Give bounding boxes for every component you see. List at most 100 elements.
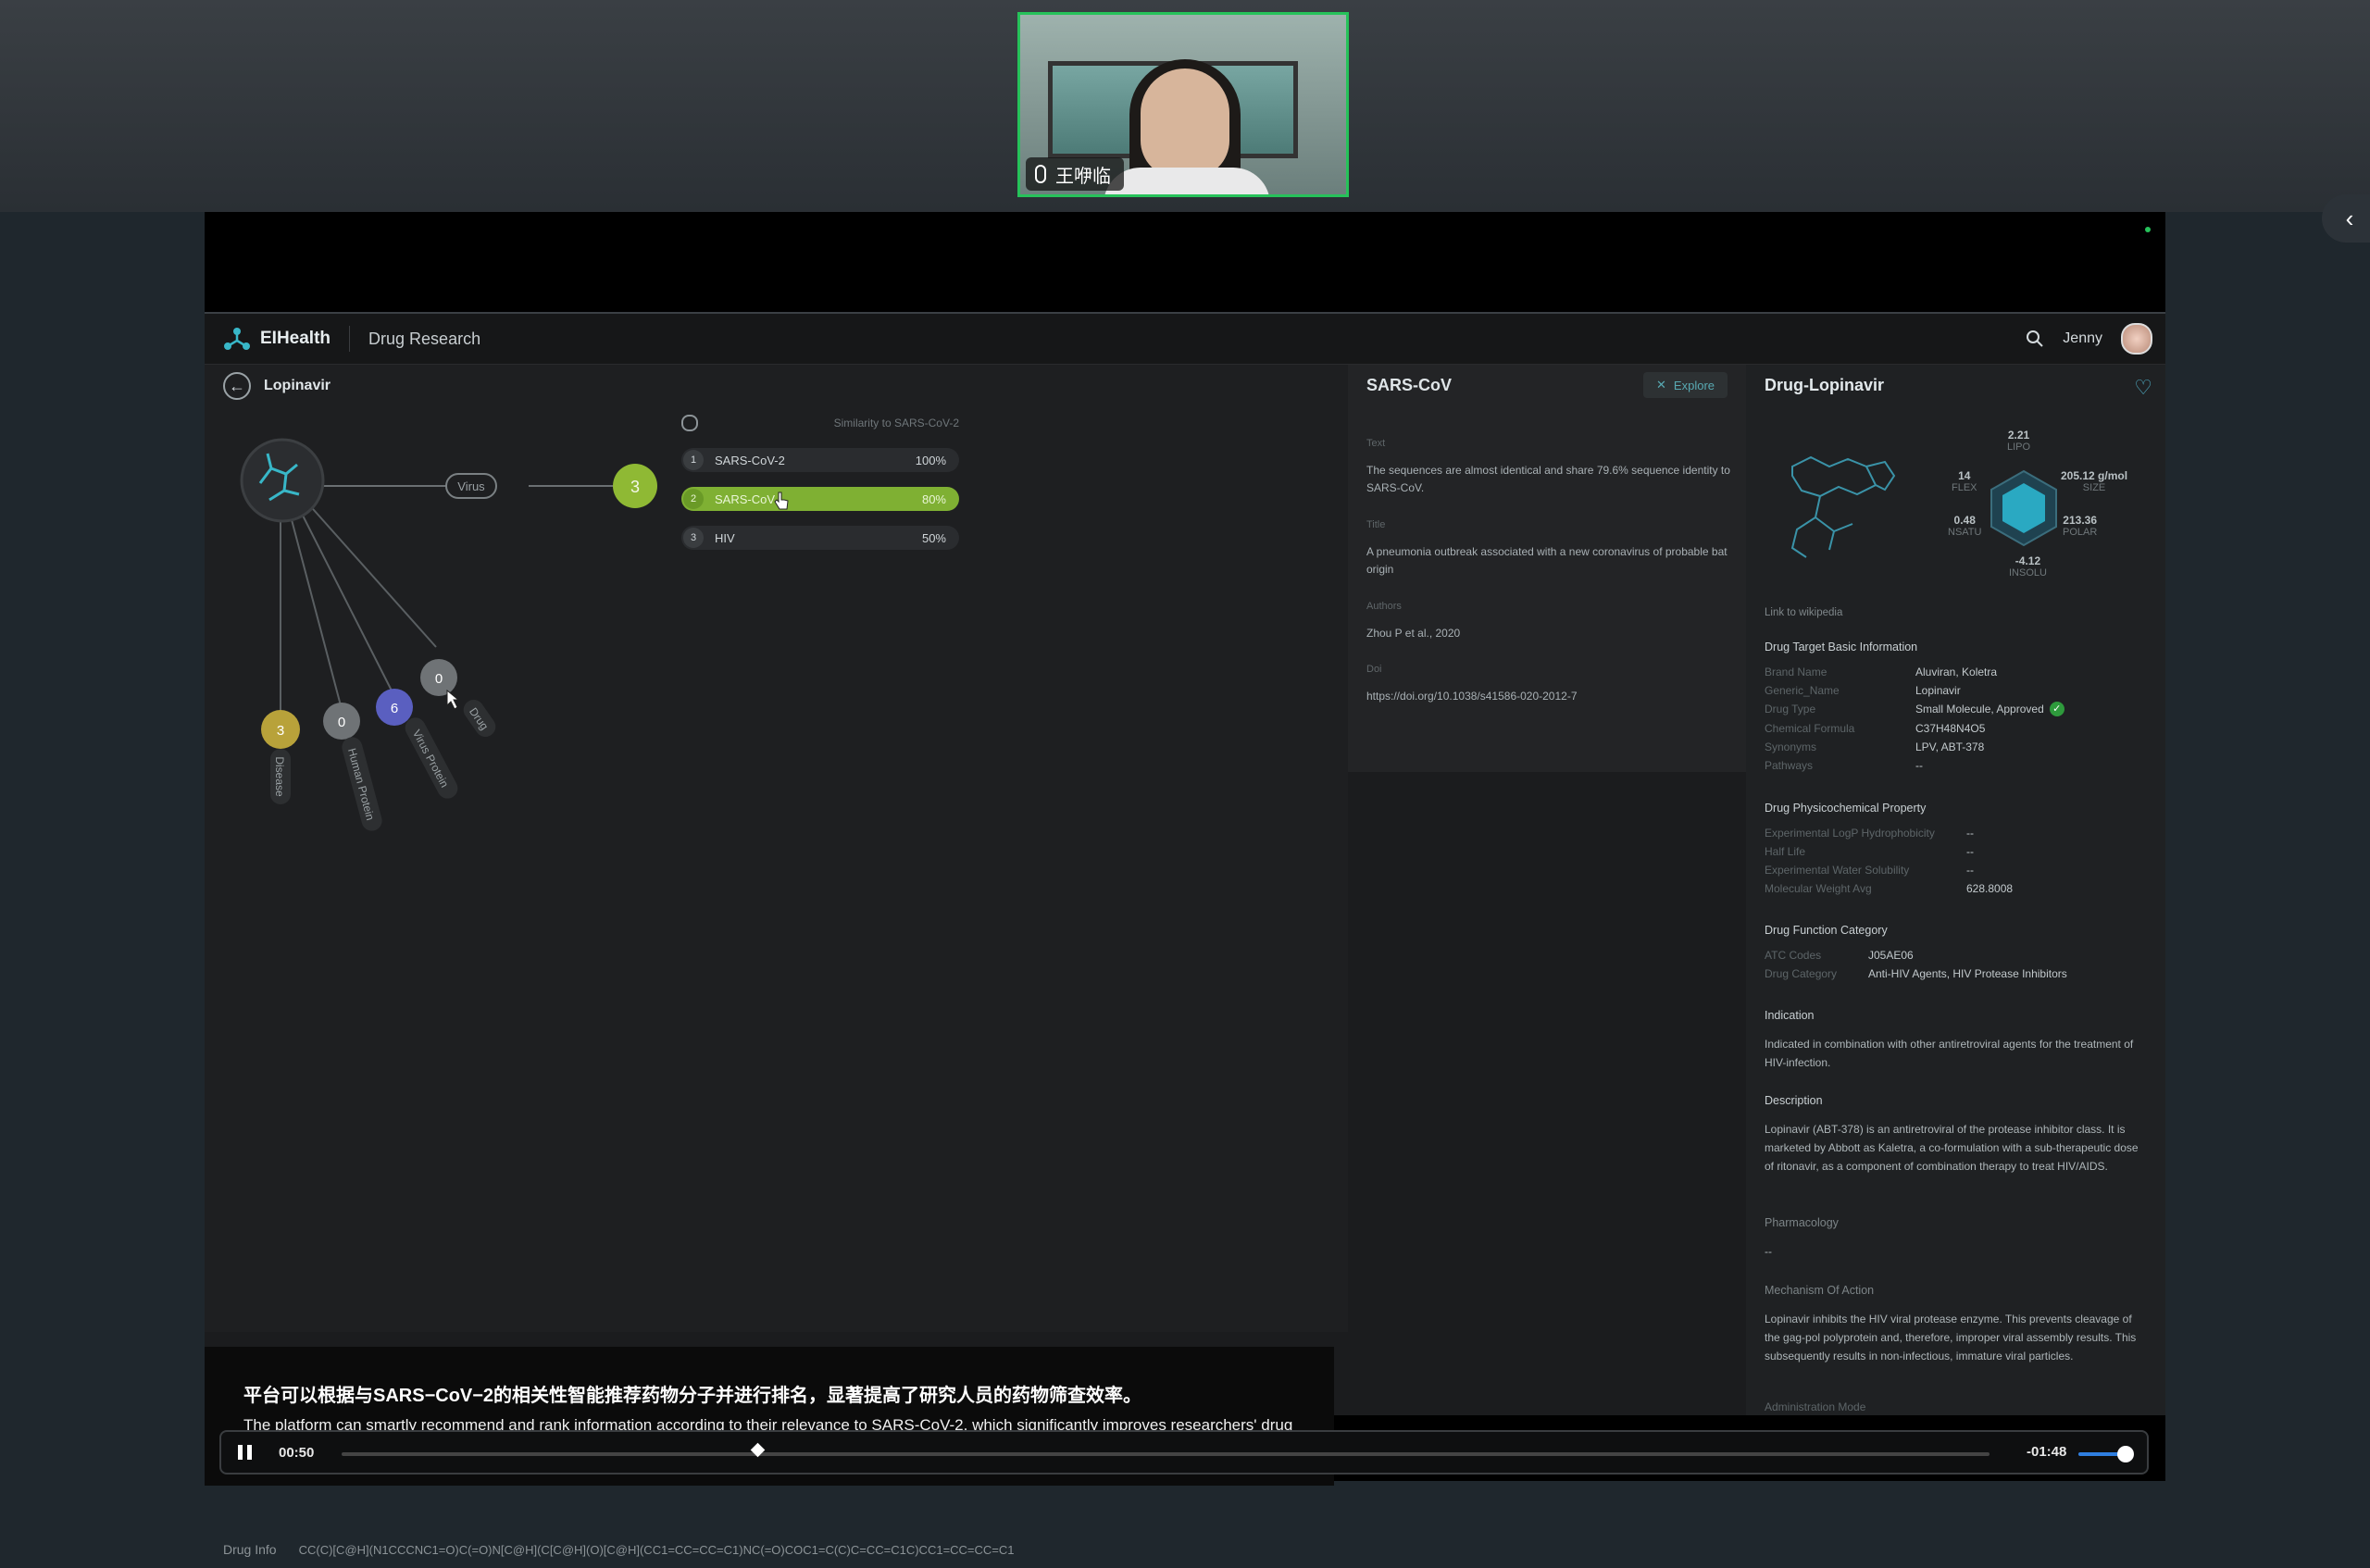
virus-protein-count: 6: [391, 701, 398, 716]
drug-info-label: Drug Info: [223, 1542, 277, 1557]
avatar[interactable]: [2121, 323, 2152, 355]
user-name[interactable]: Jenny: [2063, 330, 2102, 347]
indication-section: Indication Indicated in combination with…: [1765, 1009, 2144, 1072]
info-row: Chemical Formula C37H48N4O5: [1765, 722, 1986, 735]
mechanism-text: Lopinavir inhibits the HIV viral proteas…: [1765, 1313, 2137, 1363]
lipo-stat: 2.21 LIPO: [2007, 429, 2031, 454]
pause-button[interactable]: [231, 1438, 258, 1466]
info-row: Molecular Weight Avg 628.8008: [1765, 882, 2014, 895]
header-divider: [349, 326, 351, 352]
section-title: Pharmacology: [1765, 1216, 1839, 1229]
rank-name: SARS-CoV: [715, 492, 776, 506]
size-stat: 205.12 g/mol SIZE: [2061, 469, 2128, 494]
participant-video-tile[interactable]: 王咿临: [1017, 12, 1349, 197]
pharmacology-section: Pharmacology --: [1765, 1216, 2144, 1261]
doi-field: Doi https://doi.org/10.1038/s41586-020-2…: [1366, 661, 1737, 705]
wikipedia-link[interactable]: Link to wikipedia: [1765, 607, 2144, 618]
eihealth-app: EIHealth Drug Research Jenny ← Lopinavir: [205, 314, 2165, 1557]
administration-mode-title: Administration Mode: [1765, 1400, 1866, 1413]
section-title: Drug Target Basic Information: [1765, 641, 1918, 653]
module-title[interactable]: Drug Research: [368, 330, 480, 349]
drug-tag: Drug: [463, 699, 496, 738]
disease-count: 3: [277, 723, 284, 739]
volume-knob[interactable]: [2117, 1446, 2134, 1462]
shared-screen: EIHealth Drug Research Jenny ← Lopinavir: [205, 212, 2165, 1557]
section-title: Mechanism Of Action: [1765, 1284, 1875, 1297]
participant-face: [1141, 68, 1229, 178]
collapse-panel-button[interactable]: ‹: [2322, 194, 2370, 243]
ranking-header: Similarity to SARS-CoV-2: [681, 413, 959, 433]
info-row: Brand Name Aluviran, Koletra: [1765, 666, 1998, 678]
authors-field: Authors Zhou P et al., 2020: [1366, 598, 1737, 642]
indication-text: Indicated in combination with other anti…: [1765, 1038, 2134, 1069]
field-key: Doi: [1366, 664, 1382, 675]
rank-row-1[interactable]: 1 SARS-CoV-2 100%: [681, 448, 959, 472]
virus-protein-node[interactable]: 6: [376, 689, 413, 726]
human-protein-node[interactable]: 0: [323, 703, 360, 740]
virus-label: Virus: [457, 479, 485, 493]
function-category-section: Drug Function Category ATC Codes J05AE06 …: [1765, 924, 2144, 987]
flex-stat: 14 FLEX: [1952, 469, 1977, 494]
remaining-time: -01:48: [2027, 1444, 2067, 1460]
progress-track[interactable]: [342, 1452, 1990, 1456]
brand-logo[interactable]: EIHealth: [223, 326, 331, 352]
drug-title: Drug-Lopinavir: [1765, 376, 1884, 394]
participant-name-tag: 王咿临: [1026, 157, 1124, 191]
description-text: Lopinavir (ABT-378) is an antiretroviral…: [1765, 1123, 2139, 1173]
virus-link-label: Virus: [445, 473, 497, 499]
polar-stat: 213.36 POLAR: [2063, 514, 2098, 539]
header-actions: Jenny: [2026, 323, 2152, 355]
explore-button[interactable]: ✕ Explore: [1643, 372, 1728, 398]
participant-body: [1104, 168, 1270, 194]
favorite-heart-icon[interactable]: ♡: [2134, 376, 2152, 400]
field-key: Title: [1366, 519, 1386, 530]
field-value: A pneumonia outbreak associated with a n…: [1366, 545, 1728, 576]
drug-hub-node[interactable]: [240, 438, 325, 523]
explore-label: Explore: [1673, 378, 1715, 392]
info-row: Drug Type Small Molecule, Approved ✓: [1765, 702, 2144, 716]
app-header: EIHealth Drug Research Jenny: [205, 314, 2165, 365]
brand-name: EIHealth: [260, 329, 331, 348]
similarity-ranking: Similarity to SARS-CoV-2 1 SARS-CoV-2 10…: [681, 413, 959, 550]
rank-name: HIV: [715, 530, 735, 545]
description-section: Description Lopinavir (ABT-378) is an an…: [1765, 1094, 2144, 1176]
info-row: Pathways --: [1765, 759, 1923, 772]
approved-check-icon: ✓: [2049, 702, 2064, 716]
section-title: Description: [1765, 1094, 1823, 1107]
insolu-stat: -4.12 INSOLU: [2009, 554, 2047, 579]
molecule-structure-image: [1790, 455, 1896, 558]
property-radar: 2.21 LIPO 205.12 g/mol SIZE 213.36 POLAR -4…: [1931, 429, 2165, 596]
drug-node[interactable]: 0: [420, 659, 457, 696]
mouse-cursor-icon: [446, 689, 460, 710]
disease-tag: Disease: [270, 749, 291, 804]
disease-node[interactable]: 3: [261, 710, 300, 749]
hand-cursor-icon: [774, 492, 789, 510]
virus-node[interactable]: 3: [613, 464, 657, 508]
text-field: Text The sequences are almost identical …: [1366, 435, 1737, 497]
physicochemical-section: Drug Physicochemical Property Experiment…: [1765, 802, 2144, 902]
virus-detail-panel: SARS-CoV ✕ Explore Text The sequences ar…: [1348, 365, 1746, 772]
graph-pane: ← Lopinavir Virus 3 3 Disease 0 Human Pr…: [205, 365, 1348, 1557]
brand-molecule-icon: [224, 328, 250, 350]
virus-count: 3: [630, 478, 640, 496]
field-value: Zhou P et al., 2020: [1366, 627, 1461, 640]
gear-icon[interactable]: [681, 415, 698, 431]
section-title: Indication: [1765, 1009, 1815, 1022]
drug-count: 0: [435, 671, 443, 687]
info-row: ATC Codes J05AE06: [1765, 949, 1914, 962]
search-icon[interactable]: [2026, 330, 2044, 348]
info-row: Half Life --: [1765, 845, 1974, 858]
doi-link[interactable]: https://doi.org/10.1038/s41586-020-2012-…: [1366, 688, 1737, 705]
explore-icon: ✕: [1656, 378, 1666, 392]
elapsed-time: 00:50: [279, 1444, 315, 1461]
info-row: Drug Category Anti-HIV Agents, HIV Protea…: [1765, 967, 2067, 980]
video-player-controls: 00:50 -01:48: [219, 1430, 2149, 1475]
rank-number: 2: [683, 489, 704, 509]
nsatu-stat: 0.48 NSATU: [1948, 514, 1982, 539]
rank-row-2[interactable]: 2 SARS-CoV 80%: [681, 487, 959, 511]
title-field: Title A pneumonia outbreak associated wi…: [1366, 516, 1737, 579]
basic-info-section: Drug Target Basic Information Brand Name…: [1765, 641, 2144, 778]
virus-protein-tag: Virus Protein: [405, 717, 458, 799]
rank-row-3[interactable]: 3 HIV 50%: [681, 526, 959, 550]
virus-title: SARS-CoV: [1366, 376, 1453, 394]
